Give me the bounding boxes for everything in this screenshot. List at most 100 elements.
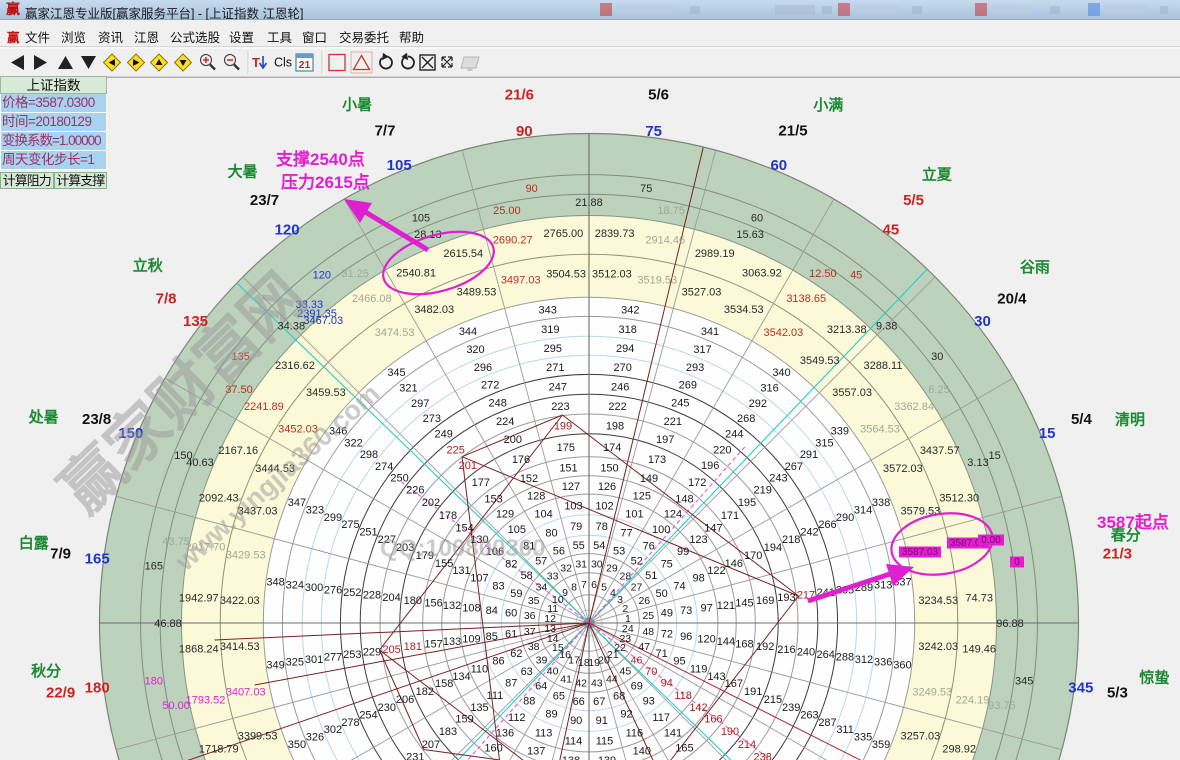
svg-text:131: 131 — [452, 565, 470, 577]
svg-text:7/8: 7/8 — [156, 291, 177, 308]
svg-text:323: 323 — [306, 505, 324, 517]
svg-text:345: 345 — [387, 367, 405, 379]
svg-text:105: 105 — [412, 212, 430, 224]
svg-text:95: 95 — [673, 656, 685, 668]
svg-text:193: 193 — [777, 592, 795, 604]
svg-text:35: 35 — [528, 595, 540, 607]
svg-text:294: 294 — [616, 343, 634, 355]
svg-text:5/6: 5/6 — [648, 87, 669, 104]
svg-text:75: 75 — [640, 183, 652, 195]
svg-text:122: 122 — [707, 565, 725, 577]
svg-text:2316.62: 2316.62 — [275, 360, 315, 372]
svg-text:21/5: 21/5 — [778, 123, 807, 140]
svg-text:316: 316 — [760, 383, 778, 395]
svg-text:112: 112 — [508, 712, 526, 724]
svg-text:79: 79 — [570, 521, 582, 533]
svg-text:293: 293 — [686, 362, 704, 374]
svg-text:136: 136 — [496, 728, 514, 740]
svg-text:压力2615点: 压力2615点 — [281, 172, 370, 192]
svg-text:60: 60 — [505, 608, 517, 620]
svg-text:247: 247 — [549, 381, 567, 393]
svg-text:3512.30: 3512.30 — [939, 492, 979, 504]
svg-text:90: 90 — [516, 123, 533, 140]
svg-text:3288.11: 3288.11 — [864, 360, 903, 372]
svg-text:31.25: 31.25 — [341, 268, 369, 280]
svg-text:229: 229 — [363, 647, 381, 659]
svg-text:2241.89: 2241.89 — [244, 401, 284, 413]
svg-text:75: 75 — [661, 558, 673, 570]
svg-text:275: 275 — [341, 519, 359, 531]
svg-text:156: 156 — [424, 598, 442, 610]
svg-text:313: 313 — [874, 579, 892, 591]
svg-text:小满: 小满 — [813, 96, 843, 114]
svg-text:3527.03: 3527.03 — [682, 287, 722, 299]
svg-text:243: 243 — [769, 473, 787, 485]
svg-text:3482.03: 3482.03 — [414, 304, 454, 316]
svg-text:340: 340 — [772, 367, 790, 379]
svg-text:92: 92 — [620, 709, 632, 721]
svg-text:242: 242 — [800, 527, 818, 539]
svg-text:196: 196 — [701, 460, 719, 472]
svg-text:311: 311 — [836, 724, 854, 736]
svg-text:278: 278 — [341, 717, 359, 729]
svg-text:78: 78 — [596, 521, 608, 533]
svg-text:90: 90 — [570, 715, 582, 727]
svg-text:69: 69 — [631, 680, 643, 692]
svg-text:324: 324 — [286, 579, 304, 591]
svg-text:347: 347 — [288, 497, 306, 509]
svg-text:191: 191 — [744, 686, 762, 698]
svg-text:7/7: 7/7 — [375, 123, 396, 140]
svg-text:263: 263 — [800, 709, 818, 721]
svg-text:2167.16: 2167.16 — [218, 445, 258, 457]
svg-text:43: 43 — [591, 677, 603, 689]
svg-text:345: 345 — [1015, 675, 1033, 687]
svg-text:50: 50 — [655, 588, 667, 600]
svg-text:173: 173 — [648, 454, 666, 466]
svg-text:99: 99 — [677, 546, 689, 558]
svg-text:77: 77 — [620, 528, 632, 540]
svg-text:154: 154 — [455, 523, 473, 535]
svg-text:63: 63 — [521, 666, 533, 678]
svg-text:3414.53: 3414.53 — [220, 641, 260, 653]
svg-text:2989.19: 2989.19 — [695, 248, 735, 260]
svg-text:20/4: 20/4 — [997, 291, 1027, 308]
svg-text:3587.03: 3587.03 — [902, 547, 939, 558]
svg-text:59: 59 — [510, 588, 522, 600]
svg-text:182: 182 — [416, 686, 434, 698]
svg-text:143: 143 — [707, 671, 725, 683]
svg-text:7: 7 — [581, 579, 587, 591]
svg-text:39: 39 — [536, 654, 548, 666]
svg-text:245: 245 — [671, 398, 689, 410]
svg-text:73: 73 — [680, 605, 692, 617]
svg-text:104: 104 — [534, 508, 552, 520]
svg-text:302: 302 — [324, 724, 342, 736]
svg-text:3: 3 — [617, 594, 623, 606]
svg-text:3138.65: 3138.65 — [786, 293, 826, 305]
svg-text:150: 150 — [174, 450, 192, 462]
svg-text:48: 48 — [642, 626, 654, 638]
svg-text:5: 5 — [601, 582, 607, 594]
svg-text:297: 297 — [411, 398, 429, 410]
svg-text:226: 226 — [406, 485, 424, 497]
svg-text:15.63: 15.63 — [736, 229, 764, 241]
svg-text:292: 292 — [749, 398, 767, 410]
svg-text:51: 51 — [645, 570, 657, 582]
svg-text:3572.03: 3572.03 — [883, 463, 923, 475]
svg-text:228: 228 — [363, 589, 381, 601]
svg-text:123: 123 — [689, 534, 707, 546]
svg-text:105: 105 — [387, 157, 412, 174]
svg-text:6.25: 6.25 — [928, 384, 949, 396]
svg-text:317: 317 — [693, 344, 711, 356]
svg-text:37: 37 — [524, 626, 536, 638]
svg-text:158: 158 — [435, 678, 453, 690]
svg-text:3399.53: 3399.53 — [238, 731, 278, 743]
svg-text:291: 291 — [800, 449, 818, 461]
svg-text:336: 336 — [874, 657, 892, 669]
svg-text:225: 225 — [447, 444, 465, 456]
svg-text:140: 140 — [633, 746, 651, 758]
svg-text:25.00: 25.00 — [493, 205, 521, 217]
svg-text:62: 62 — [510, 648, 522, 660]
svg-text:1942.97: 1942.97 — [179, 592, 219, 604]
svg-text:144: 144 — [717, 636, 735, 648]
svg-text:318: 318 — [619, 324, 637, 336]
